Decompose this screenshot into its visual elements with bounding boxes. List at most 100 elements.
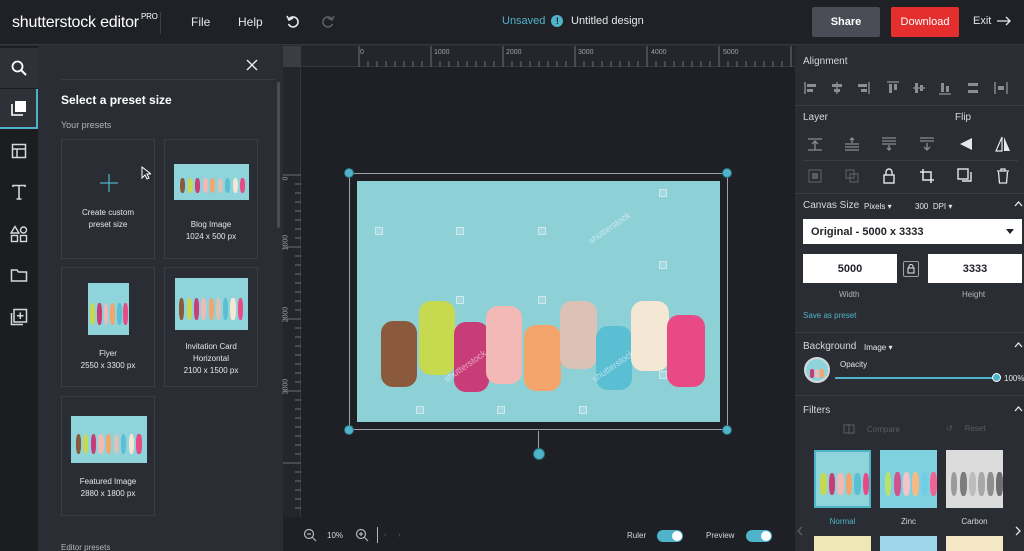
filter-thumbnail[interactable]: [880, 536, 937, 551]
file-menu[interactable]: File: [191, 15, 210, 29]
your-presets-label: Your presets: [61, 120, 112, 130]
rotate-stem: [538, 431, 539, 449]
help-menu[interactable]: Help: [238, 15, 263, 29]
cursor-icon: [141, 166, 151, 180]
distribute-vertical-icon[interactable]: [993, 80, 1009, 96]
ungroup-icon[interactable]: [844, 168, 860, 184]
text-icon[interactable]: [0, 172, 38, 212]
resize-handle-top-right[interactable]: [722, 168, 732, 178]
vertical-ruler: 0 1000 2000 3000: [282, 67, 301, 517]
align-left-icon[interactable]: [803, 80, 819, 96]
resize-handle-bottom-left[interactable]: [344, 425, 354, 435]
save-as-preset-link[interactable]: Save as preset: [803, 311, 856, 320]
compare-button[interactable]: Compare: [843, 424, 900, 434]
filter-zinc[interactable]: [880, 450, 937, 508]
next-arrow-icon[interactable]: ›: [398, 530, 401, 539]
ruler-toggle[interactable]: [657, 530, 683, 542]
reset-button[interactable]: ↺ Reset: [946, 424, 986, 433]
distribute-horizontal-icon[interactable]: [965, 80, 981, 96]
lock-ratio-icon[interactable]: [903, 261, 919, 277]
bring-to-front-icon[interactable]: [807, 136, 823, 152]
filter-normal[interactable]: [814, 450, 871, 508]
preset-card-flyer[interactable]: Flyer 2550 x 3300 px: [61, 267, 155, 387]
create-custom-preset-card[interactable]: Create custom preset size: [61, 139, 155, 259]
send-backward-icon[interactable]: [881, 136, 897, 152]
unit-dropdown[interactable]: Pixels ▾: [864, 202, 892, 211]
card-label: Featured Image: [79, 477, 137, 486]
search-icon[interactable]: [0, 48, 38, 88]
editor-presets-label: Editor presets: [61, 543, 111, 551]
width-input[interactable]: 5000: [803, 254, 897, 283]
filters-next-icon[interactable]: [1015, 526, 1021, 536]
top-bar: shutterstock editor PRO File Help Unsaved…: [0, 0, 1024, 45]
close-icon[interactable]: [246, 58, 258, 76]
exit-button[interactable]: Exit: [973, 15, 1012, 27]
size-preset-select[interactable]: Original - 5000 x 3333: [803, 219, 1022, 244]
preset-card-blog-image[interactable]: Blog Image 1024 x 500 px: [164, 139, 258, 259]
duplicate-icon[interactable]: [957, 168, 973, 184]
group-icon[interactable]: [807, 168, 823, 184]
background-type-dropdown[interactable]: Image ▾: [864, 343, 892, 352]
background-thumbnail[interactable]: [804, 357, 830, 383]
align-bottom-icon[interactable]: [937, 80, 953, 96]
flip-vertical-icon[interactable]: [995, 136, 1011, 152]
panel-scrollbar[interactable]: [277, 82, 280, 228]
download-button[interactable]: Download: [891, 7, 959, 37]
layout-icon[interactable]: [0, 131, 38, 171]
zoom-level: 10%: [327, 531, 344, 540]
zoom-out-icon[interactable]: [303, 528, 317, 542]
folder-icon[interactable]: [0, 255, 38, 295]
align-middle-icon[interactable]: [911, 80, 927, 96]
macaron: [631, 301, 669, 371]
resize-handle-bottom-right[interactable]: [722, 425, 732, 435]
app-logo[interactable]: shutterstock editor PRO: [12, 12, 158, 32]
align-right-icon[interactable]: [855, 80, 871, 96]
watermark-mark: [659, 189, 667, 197]
layers-icon[interactable]: [0, 89, 38, 129]
redo-icon[interactable]: [317, 11, 339, 33]
exit-label: Exit: [973, 15, 992, 27]
share-button[interactable]: Share: [812, 7, 880, 37]
filters-prev-icon[interactable]: [797, 526, 803, 536]
height-input[interactable]: 3333: [928, 254, 1022, 283]
filter-carbon[interactable]: [946, 450, 1003, 508]
opacity-slider-track[interactable]: [835, 377, 997, 379]
zoom-in-icon[interactable]: [355, 528, 369, 542]
flip-horizontal-icon[interactable]: [958, 136, 974, 152]
elements-icon[interactable]: [0, 214, 38, 254]
dpi-value: 300: [915, 202, 929, 211]
preset-panel: Select a preset size Your presets Create…: [39, 46, 282, 551]
collapse-chevron-icon[interactable]: [1014, 342, 1023, 348]
undo-icon[interactable]: [282, 11, 304, 33]
bring-forward-icon[interactable]: [844, 136, 860, 152]
caret-down-icon: ▾: [887, 202, 892, 211]
reset-label: Reset: [964, 424, 986, 433]
info-icon[interactable]: !: [551, 15, 564, 27]
align-center-horizontal-icon[interactable]: [829, 80, 845, 96]
filter-thumbnail[interactable]: [814, 536, 871, 551]
dpi-dropdown[interactable]: 300 DPI ▾: [915, 202, 952, 211]
preset-card-invitation[interactable]: Invitation Card Horizontal 2100 x 1500 p…: [164, 267, 258, 387]
crop-icon[interactable]: [919, 168, 935, 184]
card-label: 2550 x 3300 px: [80, 361, 136, 370]
prev-arrow-icon[interactable]: ‹: [384, 530, 387, 539]
rotate-handle-icon[interactable]: [533, 448, 545, 460]
align-top-icon[interactable]: [885, 80, 901, 96]
add-image-icon[interactable]: [0, 297, 38, 337]
thumbnail: [174, 164, 249, 200]
document-title[interactable]: Untitled design: [571, 15, 644, 27]
resize-handle-top-left[interactable]: [344, 168, 354, 178]
lock-icon[interactable]: [881, 168, 897, 184]
collapse-chevron-icon[interactable]: [1014, 201, 1023, 207]
filter-thumbnail[interactable]: [946, 536, 1003, 551]
preset-card-featured[interactable]: Featured Image 2880 x 1800 px: [61, 396, 155, 516]
opacity-slider-knob[interactable]: [992, 373, 1001, 382]
app-name: shutterstock editor: [12, 14, 139, 31]
watermark-mark: [659, 371, 667, 379]
preview-toggle[interactable]: [746, 530, 772, 542]
collapse-chevron-icon[interactable]: [1014, 406, 1023, 412]
trash-icon[interactable]: [995, 168, 1011, 184]
send-to-back-icon[interactable]: [919, 136, 935, 152]
canvas-image[interactable]: shutterstock shutterstock shutterstock: [357, 181, 720, 422]
watermark-mark: [416, 406, 424, 414]
